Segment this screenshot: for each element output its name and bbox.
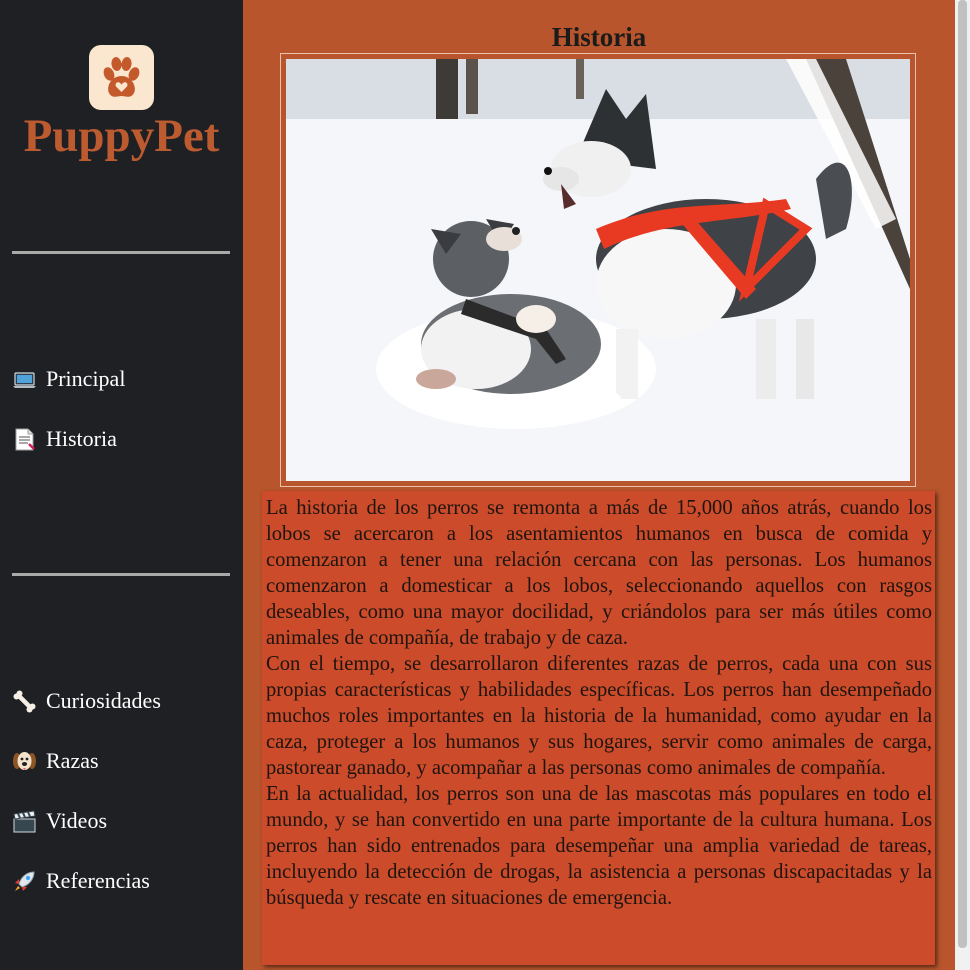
history-text-box: La historia de los perros se remonta a m… [262, 491, 935, 965]
scrollbar-thumb[interactable] [958, 0, 967, 948]
laptop-icon [12, 367, 37, 392]
paw-heart-icon [103, 57, 140, 97]
nav-item-historia[interactable]: Historia [12, 423, 117, 455]
nav-label: Principal [46, 366, 126, 391]
bone-icon [12, 689, 37, 714]
rocket-icon [12, 869, 37, 894]
nav-item-razas[interactable]: Razas [12, 745, 99, 777]
image-frame [280, 53, 916, 487]
history-paragraph: La historia de los perros se remonta a m… [266, 497, 932, 649]
nav-item-referencias[interactable]: Referencias [12, 865, 150, 897]
main-content: Historia La historia de los perros se re… [243, 0, 955, 970]
nav-label: Historia [46, 426, 117, 451]
vertical-scrollbar[interactable] [955, 0, 970, 970]
divider [12, 251, 230, 254]
sidebar: PuppyPet Principal Historia Curiosidades… [0, 0, 243, 970]
history-paragraph: Con el tiempo, se desarrollaron diferent… [266, 653, 932, 779]
document-icon [12, 427, 37, 452]
nav-label: Curiosidades [46, 688, 161, 713]
clapper-board-icon [12, 809, 37, 834]
page-title: Historia [551, 22, 647, 52]
dog-face-icon [12, 749, 37, 774]
nav-item-videos[interactable]: Videos [12, 805, 107, 837]
brand-name[interactable]: PuppyPet [0, 108, 243, 164]
nav-label: Referencias [46, 868, 150, 893]
nav-label: Videos [46, 808, 108, 833]
divider [12, 573, 230, 576]
nav-label: Razas [46, 748, 99, 773]
logo[interactable] [89, 45, 154, 110]
history-paragraph: En la actualidad, los perros son una de … [266, 783, 932, 909]
nav-item-principal[interactable]: Principal [12, 363, 125, 395]
huskies-photo [286, 59, 910, 481]
nav-item-curiosidades[interactable]: Curiosidades [12, 685, 161, 717]
